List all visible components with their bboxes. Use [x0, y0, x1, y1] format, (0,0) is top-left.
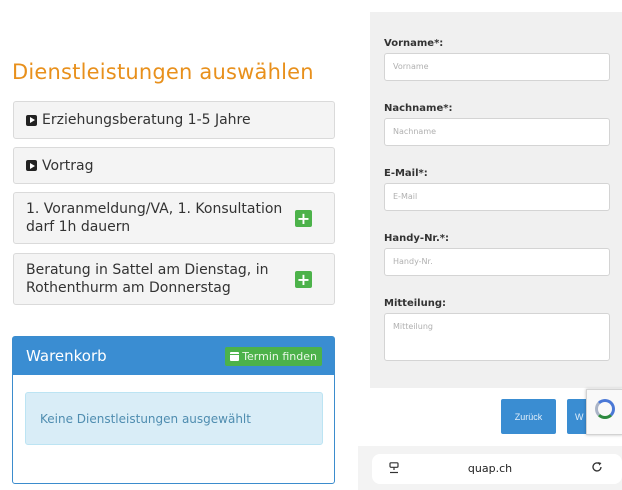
email-label: E-Mail*:: [384, 168, 428, 179]
play-icon: [26, 114, 37, 126]
message-label: Mitteilung:: [384, 298, 446, 309]
message-field[interactable]: Mitteilung: [384, 313, 610, 361]
find-appointment-button[interactable]: Termin finden: [225, 346, 322, 366]
cart-title: Warenkorb: [26, 347, 107, 365]
first-name-label: Vorname*:: [384, 38, 444, 49]
service-category-label: Erziehungsberatung 1-5 Jahre: [42, 112, 251, 128]
add-service-button[interactable]: +: [295, 209, 312, 227]
phone-field[interactable]: Handy-Nr.: [384, 248, 610, 276]
contact-form-panel: Vorname*: Vorname Nachname*: Nachname E-…: [358, 0, 622, 490]
cart-empty-message: Keine Dienstleistungen ausgewählt: [25, 392, 323, 445]
service-category-vortrag[interactable]: Vortrag: [13, 147, 335, 184]
service-item-label: Beratung in Sattel am Dienstag, in Rothe…: [26, 262, 269, 296]
phone-label: Handy-Nr.*:: [384, 233, 449, 244]
email-field[interactable]: E-Mail: [384, 183, 610, 211]
recaptcha-icon: [595, 399, 615, 419]
cart-header: Warenkorb Termin finden: [13, 337, 334, 375]
service-item-label: 1. Voranmeldung/VA, 1. Konsultation darf…: [26, 201, 283, 235]
service-category-label: Vortrag: [42, 157, 94, 174]
reload-icon[interactable]: [590, 460, 604, 474]
last-name-label: Nachname*:: [384, 103, 453, 114]
url-text: quap.ch: [467, 462, 513, 475]
browser-address-bar: quap.ch: [358, 446, 622, 490]
back-button[interactable]: Zurück: [501, 399, 556, 434]
service-selection-panel: Dienstleistungen auswählen Erziehungsber…: [0, 0, 350, 490]
service-item-beratung: Beratung in Sattel am Dienstag, in Rothe…: [13, 253, 335, 305]
first-name-field[interactable]: Vorname: [384, 53, 610, 81]
page-title: Dienstleistungen auswählen: [12, 60, 314, 84]
service-item-voranmeldung: 1. Voranmeldung/VA, 1. Konsultation darf…: [13, 192, 335, 244]
service-category-erziehungsberatung[interactable]: Erziehungsberatung 1-5 Jahre: [13, 101, 335, 139]
contact-form: Vorname*: Vorname Nachname*: Nachname E-…: [370, 12, 622, 388]
last-name-field[interactable]: Nachname: [384, 118, 610, 146]
calendar-icon: [230, 351, 240, 361]
recaptcha-badge[interactable]: [586, 389, 622, 435]
find-appointment-label: Termin finden: [242, 349, 317, 363]
add-service-button[interactable]: +: [295, 270, 312, 288]
cart-panel: Warenkorb Termin finden Keine Dienstleis…: [12, 336, 335, 484]
play-icon: [26, 160, 37, 171]
